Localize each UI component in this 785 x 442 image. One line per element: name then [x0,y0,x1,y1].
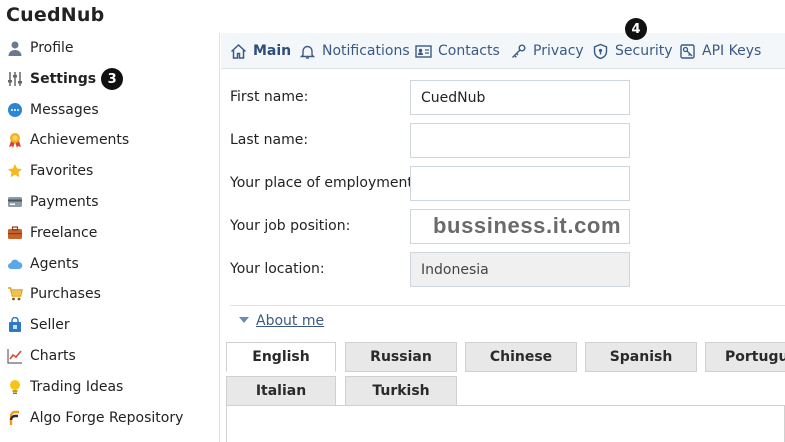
step-badge: 4 [625,18,647,40]
tab-label: Main [253,43,292,59]
tab-label: Security [615,43,673,59]
lang-tab-portugues[interactable]: Portugues [705,342,785,372]
lang-tab-spanish[interactable]: Spanish [585,342,697,372]
employment-field[interactable] [410,166,630,201]
location-label: Your location: [230,261,325,277]
sidebar-item-label: Purchases [30,286,101,302]
sidebar-item-label: Seller [30,317,70,333]
sidebar-item-charts[interactable]: Charts [0,341,219,371]
sidebar-item-profile[interactable]: Profile [0,33,219,63]
lightbulb-icon [6,378,24,396]
tab-label: Contacts [438,43,500,59]
lang-tab-turkish[interactable]: Turkish [345,376,457,406]
bell-icon [298,42,316,60]
tab-label: Privacy [533,43,584,59]
sliders-icon [6,70,24,88]
sidebar-item-label: Achievements [30,132,130,148]
sidebar-item-algo-forge-repository[interactable]: Algo Forge Repository [0,403,219,433]
sidebar-item-achievements[interactable]: Achievements [0,125,219,155]
user-icon [6,39,24,57]
sidebar-item-label: Payments [30,194,99,210]
last-name-field[interactable] [410,123,630,158]
sidebar: Profile Settings 3 Messages Achievements… [0,33,220,442]
sidebar-item-messages[interactable]: Messages [0,95,219,125]
key-icon [509,42,527,60]
sidebar-item-label: Trading Ideas [30,379,124,395]
sidebar-item-label: Messages [30,102,99,118]
lang-tab-english[interactable]: English [226,342,336,372]
lang-tab-chinese[interactable]: Chinese [465,342,577,372]
tab-label: API Keys [702,43,762,59]
card-icon [6,193,24,211]
about-me-label: About me [256,313,325,329]
chat-icon [6,101,24,119]
sidebar-item-favorites[interactable]: Favorites [0,156,219,186]
sidebar-item-label: Favorites [30,163,94,179]
sidebar-item-agents[interactable]: Agents [0,249,219,279]
first-name-label: First name: [230,89,309,105]
about-me-editor[interactable] [226,405,785,442]
sidebar-item-label: Profile [30,40,74,56]
briefcase-icon [6,224,24,242]
tab-privacy[interactable]: Privacy [509,33,584,69]
page-title: CuedNub [6,4,105,26]
api-key-icon [678,42,696,60]
sidebar-item-label: Settings [30,71,97,87]
sidebar-item-purchases[interactable]: Purchases [0,279,219,309]
sidebar-item-label: Charts [30,348,76,364]
sidebar-item-seller[interactable]: Seller [0,310,219,340]
shop-icon [6,316,24,334]
star-icon [6,162,24,180]
step-badge: 3 [101,68,124,90]
sidebar-item-trading-ideas[interactable]: Trading Ideas [0,372,219,402]
chart-icon [6,347,24,365]
cart-icon [6,285,24,303]
employment-label: Your place of employment: [230,175,418,191]
fork-icon [6,409,24,427]
sidebar-item-label: Freelance [30,225,98,241]
home-icon [229,42,247,60]
contact-card-icon [414,42,432,60]
sidebar-item-payments[interactable]: Payments [0,187,219,217]
tab-notifications[interactable]: Notifications [298,33,410,69]
cloud-icon [6,255,24,273]
job-position-label: Your job position: [230,218,351,234]
section-divider [230,305,785,306]
settings-tab-bar: Main Notifications Contacts Privacy Secu… [221,33,785,69]
sidebar-item-label: Algo Forge Repository [30,410,184,426]
medal-icon [6,131,24,149]
watermark: bussiness.it.com [433,213,622,238]
first-name-field[interactable] [410,80,630,115]
last-name-label: Last name: [230,132,309,148]
about-me-toggle[interactable]: About me [238,313,324,329]
tab-api-keys[interactable]: API Keys [678,33,761,69]
tab-main[interactable]: Main [229,33,291,69]
location-field: Indonesia [410,252,630,287]
sidebar-item-freelance[interactable]: Freelance [0,218,219,248]
shield-icon [591,42,609,60]
tab-label: Notifications [322,43,410,59]
lang-tab-russian[interactable]: Russian [345,342,457,372]
tab-contacts[interactable]: Contacts [414,33,500,69]
lang-tab-italian[interactable]: Italian [226,376,336,406]
chevron-down-icon [238,313,250,329]
sidebar-item-settings[interactable]: Settings 3 [0,64,219,94]
sidebar-item-label: Agents [30,256,79,272]
